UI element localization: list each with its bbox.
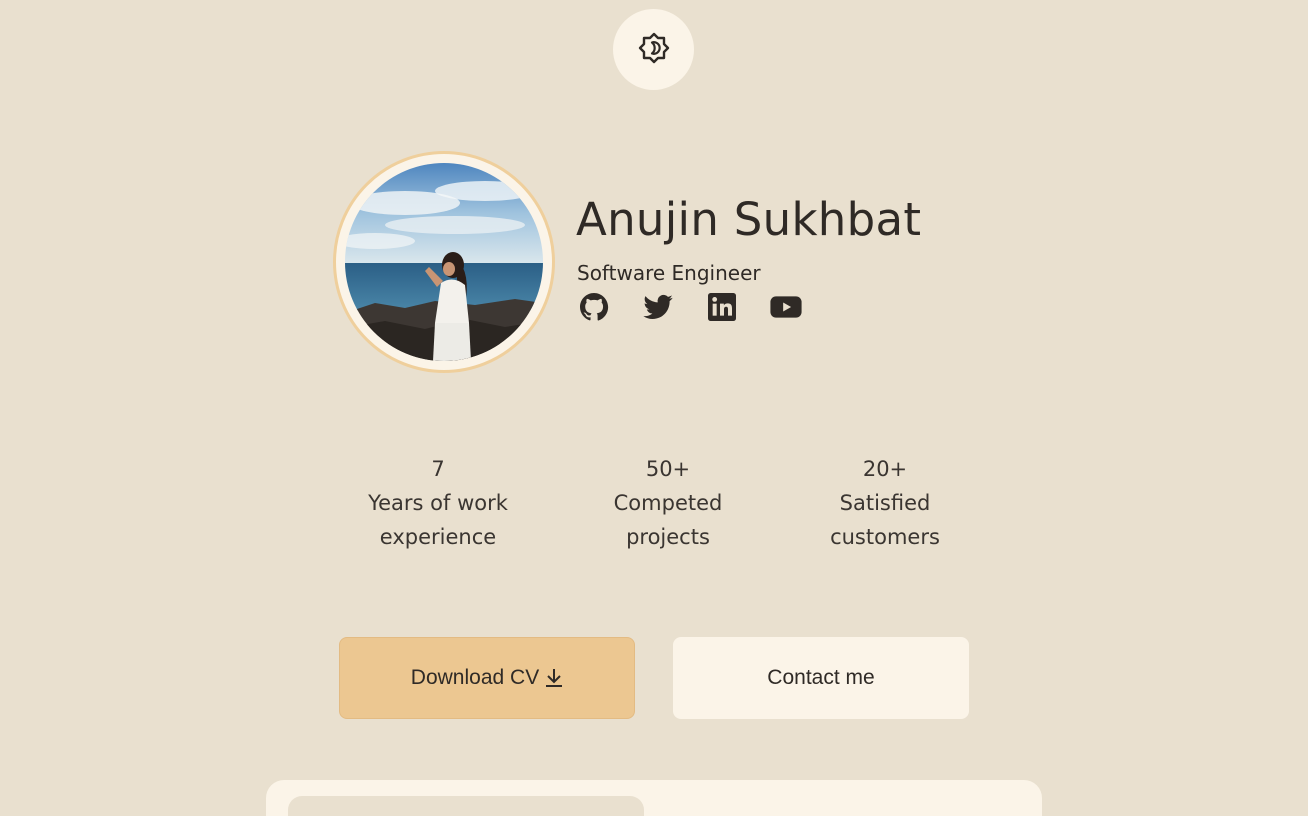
- github-link[interactable]: [577, 292, 611, 326]
- stat-experience: 7 Years of work experience: [328, 452, 548, 554]
- download-icon: [545, 668, 563, 688]
- twitter-icon: [642, 291, 674, 327]
- sun-icon: [637, 31, 671, 69]
- stat-customers: 20+ Satisfied customers: [775, 452, 995, 554]
- stat-value: 7: [431, 457, 445, 481]
- contact-me-button[interactable]: Contact me: [673, 637, 969, 719]
- profile-role: Software Engineer: [577, 261, 761, 285]
- youtube-icon: [769, 290, 803, 328]
- stat-label: Years of work experience: [368, 491, 508, 549]
- download-cv-button[interactable]: Download CV: [339, 637, 635, 719]
- github-icon: [578, 291, 610, 327]
- stat-label: Competed projects: [613, 491, 723, 549]
- stat-projects: 50+ Competed projects: [558, 452, 778, 554]
- twitter-link[interactable]: [641, 292, 675, 326]
- social-links: [577, 292, 803, 326]
- stat-label: Satisfied customers: [830, 491, 940, 549]
- stat-value: 20+: [862, 457, 908, 481]
- linkedin-link[interactable]: [705, 292, 739, 326]
- stat-value: 50+: [645, 457, 691, 481]
- download-cv-label: Download CV: [410, 666, 540, 689]
- profile-name: Anujin Sukhbat: [576, 193, 922, 246]
- contact-me-label: Contact me: [767, 666, 875, 689]
- avatar: [345, 163, 543, 361]
- youtube-link[interactable]: [769, 292, 803, 326]
- theme-toggle-button[interactable]: [613, 9, 694, 90]
- stats-section: 7 Years of work experience 50+ Competed …: [0, 452, 1308, 552]
- linkedin-icon: [706, 291, 738, 327]
- avatar-frame: [333, 151, 555, 373]
- content-tab[interactable]: [288, 796, 644, 816]
